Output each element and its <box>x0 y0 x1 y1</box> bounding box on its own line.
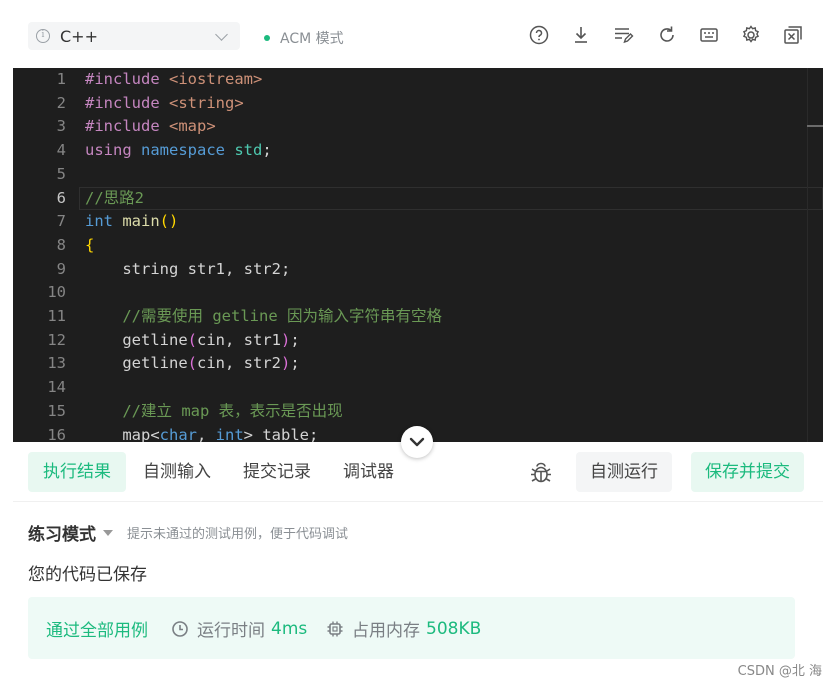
practice-mode-title: 练习模式 <box>28 525 96 545</box>
mode-label: ACM 模式 <box>280 31 344 47</box>
code-line[interactable]: 1 #include <iostream> <box>13 68 823 92</box>
practice-mode-hint: 提示未通过的测试用例，便于代码调试 <box>127 527 349 542</box>
code-line[interactable]: 9 string str1, str2; <box>13 258 823 282</box>
code-text: using namespace std; <box>85 141 272 160</box>
line-number: 9 <box>56 259 66 278</box>
line-number: 1 <box>56 70 66 88</box>
code-line[interactable]: 15 //建立 map 表，表示是否出现 <box>13 400 823 424</box>
caret-down-icon <box>103 529 113 536</box>
chevron-down-icon <box>409 437 425 447</box>
code-line[interactable]: 10 <box>13 281 823 305</box>
watermark: CSDN @北 海 <box>737 664 822 679</box>
bug-icon[interactable] <box>528 460 554 486</box>
download-icon[interactable] <box>570 24 592 46</box>
code-line[interactable]: 14 <box>13 376 823 400</box>
code-text: #include <iostream> <box>85 70 263 88</box>
code-text: string str1, str2; <box>85 259 291 278</box>
info-icon: i <box>36 29 50 43</box>
line-number: 2 <box>56 93 66 112</box>
chevron-down-icon <box>215 28 228 41</box>
line-number: 12 <box>47 330 66 349</box>
code-text: //建立 map 表，表示是否出现 <box>85 401 343 420</box>
memory-label: 占用内存 <box>352 621 420 641</box>
code-line[interactable]: 4 using namespace std; <box>13 139 823 163</box>
line-number: 16 <box>47 425 66 443</box>
code-text: #include <string> <box>85 93 244 112</box>
pass-status: 通过全部用例 <box>46 621 148 641</box>
status-dot <box>264 35 270 41</box>
line-number: 10 <box>47 283 66 302</box>
code-text: //思路2 <box>85 188 144 207</box>
format-icon[interactable] <box>612 24 634 46</box>
runtime-label: 运行时间 <box>197 621 265 641</box>
editor-toolbar: i C++ ACM 模式 <box>0 0 836 68</box>
self-test-button[interactable]: 自测运行 <box>576 452 672 492</box>
clock-icon <box>172 620 188 637</box>
keyboard-icon[interactable] <box>698 24 720 46</box>
code-line[interactable]: 8{ <box>13 234 823 258</box>
result-summary: 通过全部用例 运行时间 4ms 占用内存 508KB <box>28 597 795 659</box>
code-editor[interactable]: 1 #include <iostream> 2 #include <string> 3 #… <box>13 68 823 442</box>
memory-stat: 占用内存 508KB <box>326 616 481 641</box>
code-line[interactable]: 6 //思路2 <box>13 187 823 211</box>
tab-result[interactable]: 执行结果 <box>28 452 126 492</box>
help-icon[interactable] <box>528 24 550 46</box>
code-text: { <box>85 235 95 254</box>
line-number: 3 <box>56 117 66 136</box>
tab-history[interactable]: 提交记录 <box>228 452 326 492</box>
fullscreen-icon[interactable] <box>782 24 804 46</box>
saved-message: 您的代码已保存 <box>28 565 147 585</box>
code-line[interactable]: 11 //需要使用 getline 因为输入字符串有空格 <box>13 305 823 329</box>
language-select[interactable]: i C++ <box>28 22 240 50</box>
code-line[interactable]: 2 #include <string> <box>13 92 823 116</box>
code-text: getline(cin, str2); <box>85 354 300 373</box>
code-line[interactable]: 12 getline(cin, str1); <box>13 329 823 353</box>
language-value: C++ <box>60 26 98 46</box>
save-submit-button[interactable]: 保存并提交 <box>691 452 804 492</box>
line-number: 15 <box>47 401 66 420</box>
line-number: 8 <box>56 235 66 254</box>
runtime-value: 4ms <box>271 618 308 639</box>
code-line[interactable]: 3 #include <map> <box>13 115 823 139</box>
tab-custom-input[interactable]: 自测输入 <box>128 452 226 492</box>
line-number: 5 <box>56 164 66 183</box>
code-line[interactable]: 13 getline(cin, str2); <box>13 352 823 376</box>
tab-debugger[interactable]: 调试器 <box>328 452 409 492</box>
settings-icon[interactable] <box>740 24 762 46</box>
code-line[interactable]: 7 int main() <box>13 210 823 234</box>
line-number: 4 <box>56 141 66 160</box>
code-text: //需要使用 getline 因为输入字符串有空格 <box>85 307 442 325</box>
acm-mode-indicator: ACM 模式 <box>264 28 344 48</box>
memory-value: 508KB <box>426 618 482 639</box>
reset-icon[interactable] <box>656 24 678 46</box>
collapse-panel-button[interactable] <box>401 426 433 458</box>
chip-icon <box>327 621 343 636</box>
line-number: 11 <box>47 307 66 325</box>
code-line[interactable]: 5 <box>13 163 823 187</box>
line-number: 6 <box>56 188 66 207</box>
code-text: map<char, int> table; <box>85 425 319 443</box>
code-text: getline(cin, str1); <box>85 330 300 349</box>
line-number: 13 <box>47 354 66 373</box>
line-number: 14 <box>47 378 66 397</box>
code-text: int main() <box>85 212 179 231</box>
runtime-stat: 运行时间 4ms <box>171 616 307 641</box>
practice-mode-selector[interactable]: 练习模式 提示未通过的测试用例，便于代码调试 <box>28 520 348 545</box>
line-number: 7 <box>56 212 66 231</box>
code-text: #include <map> <box>85 117 216 136</box>
